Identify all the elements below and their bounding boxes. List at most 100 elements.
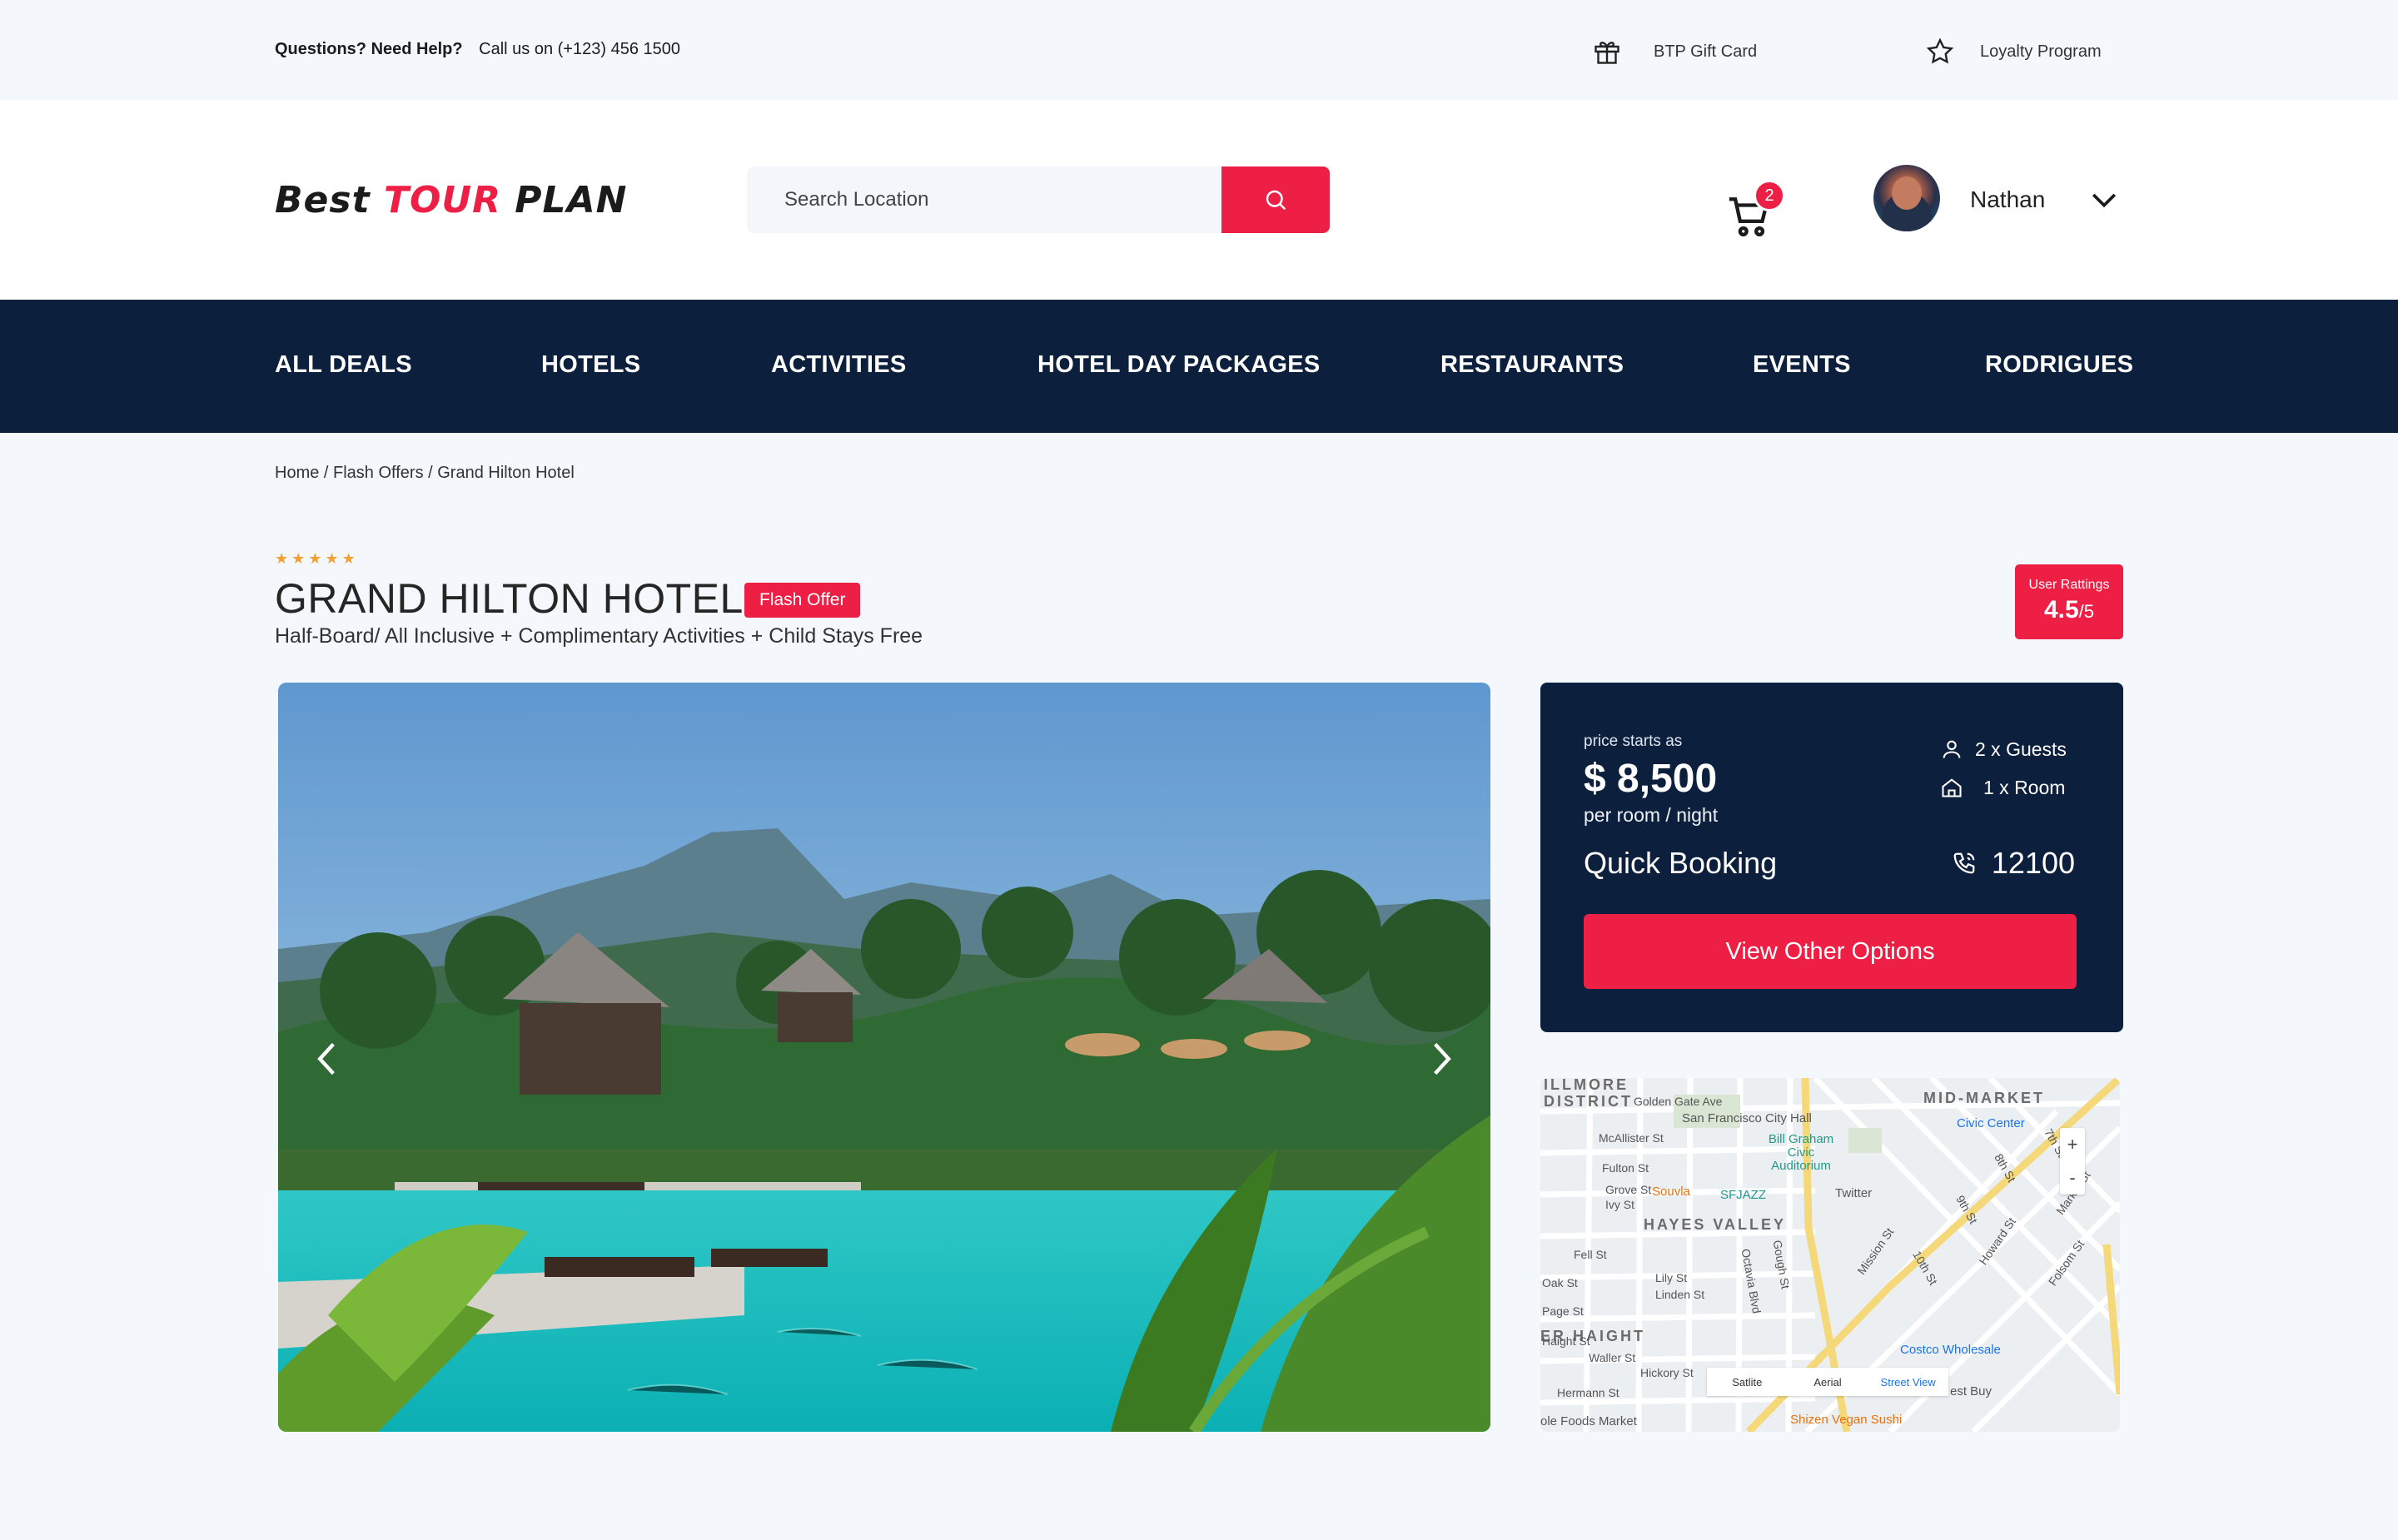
star-rating: ★ ★ ★ ★ ★ bbox=[275, 551, 356, 566]
map-street-label: Haight St bbox=[1542, 1334, 1590, 1348]
rating-label: User Rattings bbox=[2028, 578, 2110, 592]
hotel-photo-gallery bbox=[278, 683, 1490, 1432]
map-street-label: Linden St bbox=[1655, 1288, 1705, 1301]
guests-count[interactable]: 2 x Guests bbox=[1940, 738, 2067, 761]
gift-icon bbox=[1595, 42, 1619, 64]
tab-street-view[interactable]: Street View bbox=[1868, 1368, 1948, 1396]
map-street-label: Hermann St bbox=[1557, 1386, 1619, 1399]
user-icon bbox=[1943, 740, 1961, 758]
flash-offer-badge: Flash Offer bbox=[744, 583, 861, 618]
main-header: Best TOUR PLAN 2 Nathan bbox=[0, 100, 2398, 300]
map-street-label: Ivy St bbox=[1605, 1198, 1635, 1211]
nav-restaurants[interactable]: RESTAURANTS bbox=[1440, 351, 1624, 379]
search-button[interactable] bbox=[1221, 166, 1330, 233]
cart-count-badge: 2 bbox=[1754, 180, 1785, 211]
tab-aerial[interactable]: Aerial bbox=[1788, 1368, 1868, 1396]
chevron-left-icon[interactable] bbox=[315, 1041, 340, 1077]
logo-word-tour: TOUR bbox=[383, 179, 501, 221]
help-label: Questions? Need Help? bbox=[275, 40, 463, 58]
star-icon: ★ bbox=[325, 550, 339, 567]
map-street-label: Grove St bbox=[1605, 1183, 1652, 1196]
map-view-tabs: Satlite Aerial Street View bbox=[1707, 1368, 1948, 1396]
map-zoom-control: + - bbox=[2060, 1128, 2085, 1195]
rating-value: 4.5/5 bbox=[2043, 596, 2095, 623]
nav-activities[interactable]: ACTIVITIES bbox=[771, 351, 907, 379]
guests-label: 2 x Guests bbox=[1975, 738, 2067, 760]
zoom-out-button[interactable]: - bbox=[2060, 1161, 2085, 1195]
page-title: GRAND HILTON HOTEL bbox=[275, 575, 744, 622]
price-unit: per room / night bbox=[1584, 804, 1719, 826]
search-bar bbox=[747, 166, 1330, 233]
chevron-right-icon[interactable] bbox=[1429, 1041, 1454, 1077]
map-poi[interactable]: Souvla bbox=[1652, 1185, 1690, 1199]
map-street-label: Lily St bbox=[1655, 1271, 1688, 1284]
search-input[interactable] bbox=[747, 166, 1221, 233]
map-poi[interactable]: Costco Wholesale bbox=[1900, 1343, 2001, 1357]
view-other-options-button[interactable]: View Other Options bbox=[1584, 914, 2077, 989]
map-district-label: ILLMORE bbox=[1544, 1078, 1629, 1093]
avatar[interactable] bbox=[1873, 165, 1940, 231]
phone-icon bbox=[1953, 852, 1975, 874]
price-label: price starts as bbox=[1584, 733, 1683, 750]
zoom-in-button[interactable]: + bbox=[2060, 1128, 2085, 1161]
map-district-label: MID-MARKET bbox=[1923, 1090, 2045, 1106]
search-icon bbox=[1266, 190, 1286, 211]
star-icon: ★ bbox=[341, 550, 356, 567]
site-logo[interactable]: Best TOUR PLAN bbox=[275, 179, 627, 221]
map-street-label: Hickory St bbox=[1640, 1366, 1694, 1379]
hotel-photo bbox=[278, 683, 1490, 1432]
rooms-label: 1 x Room bbox=[1983, 776, 2066, 798]
hotel-subtitle: Half-Board/ All Inclusive + Complimentar… bbox=[275, 624, 923, 648]
top-utility-bar: Questions? Need Help? Call us on (+123) … bbox=[0, 0, 2398, 100]
tab-satellite[interactable]: Satlite bbox=[1707, 1368, 1788, 1396]
map-street-label: Golden Gate Ave bbox=[1634, 1095, 1723, 1108]
user-rating-badge: User Rattings 4.5/5 bbox=[2015, 564, 2123, 639]
star-icon: ★ bbox=[308, 550, 322, 567]
rooms-count[interactable]: 1 x Room bbox=[1940, 776, 2065, 799]
map-poi[interactable]: est Buy bbox=[1950, 1384, 1992, 1398]
map-poi[interactable]: Twitter bbox=[1835, 1186, 1872, 1200]
breadcrumb[interactable]: Home / Flash Offers / Grand Hilton Hotel bbox=[275, 464, 575, 483]
map-district-label: HAYES VALLEY bbox=[1644, 1216, 1787, 1233]
quick-booking-label: Quick Booking bbox=[1584, 846, 1778, 880]
user-name[interactable]: Nathan bbox=[1970, 186, 2045, 213]
help-phone[interactable]: Call us on (+123) 456 1500 bbox=[479, 40, 680, 58]
nav-rodrigues[interactable]: RODRIGUES bbox=[1985, 351, 2133, 379]
loyalty-label: Loyalty Program bbox=[1980, 42, 2102, 61]
nav-events[interactable]: EVENTS bbox=[1753, 351, 1851, 379]
map-poi[interactable]: Bill Graham Civic Auditorium bbox=[1764, 1133, 1838, 1173]
map-poi[interactable]: Shizen Vegan Sushi bbox=[1790, 1413, 1902, 1427]
map-street-label: McAllister St bbox=[1599, 1131, 1664, 1145]
map-street-label: Waller St bbox=[1589, 1351, 1636, 1364]
nav-all-deals[interactable]: ALL DEALS bbox=[275, 351, 412, 379]
map-street-label: Oak St bbox=[1542, 1276, 1578, 1289]
map-poi[interactable]: Civic Center bbox=[1957, 1116, 2025, 1130]
map-poi[interactable]: San Francisco City Hall bbox=[1682, 1111, 1812, 1125]
map-street-label: Page St bbox=[1542, 1304, 1584, 1318]
map-poi[interactable]: SFJAZZ bbox=[1720, 1188, 1766, 1202]
main-nav: ALL DEALS HOTELS ACTIVITIES HOTEL DAY PA… bbox=[0, 300, 2398, 433]
chevron-down-icon[interactable] bbox=[2090, 190, 2118, 211]
gift-card-label: BTP Gift Card bbox=[1654, 42, 1758, 61]
location-map[interactable]: ILLMORE DISTRICT MID-MARKET HAYES VALLEY… bbox=[1540, 1078, 2120, 1432]
nav-hotels[interactable]: HOTELS bbox=[541, 351, 640, 379]
loyalty-program-link[interactable]: Loyalty Program bbox=[1925, 37, 2102, 67]
quick-booking-phone[interactable]: 12100 bbox=[1952, 846, 2075, 881]
map-street-label: Fell St bbox=[1574, 1248, 1607, 1261]
logo-word-best: Best bbox=[275, 179, 371, 221]
star-icon: ★ bbox=[275, 550, 289, 567]
map-street-label: Fulton St bbox=[1602, 1161, 1649, 1175]
gift-card-link[interactable]: BTP Gift Card bbox=[1592, 37, 1757, 67]
nav-hotel-day-packages[interactable]: HOTEL DAY PACKAGES bbox=[1037, 351, 1321, 379]
star-icon: ★ bbox=[291, 550, 306, 567]
price-value: $ 8,500 bbox=[1584, 757, 1718, 801]
help-contact: Questions? Need Help? Call us on (+123) … bbox=[275, 40, 680, 59]
map-poi[interactable]: ole Foods Market bbox=[1540, 1414, 1637, 1428]
logo-word-plan: PLAN bbox=[515, 179, 628, 221]
phone-number: 12100 bbox=[1991, 846, 2075, 880]
cart-button[interactable]: 2 bbox=[1725, 180, 1785, 241]
star-icon bbox=[1926, 37, 1954, 64]
booking-card: price starts as $ 8,500 per room / night… bbox=[1540, 683, 2123, 1032]
map-district-label: DISTRICT bbox=[1544, 1093, 1633, 1110]
home-icon bbox=[1942, 778, 1962, 797]
